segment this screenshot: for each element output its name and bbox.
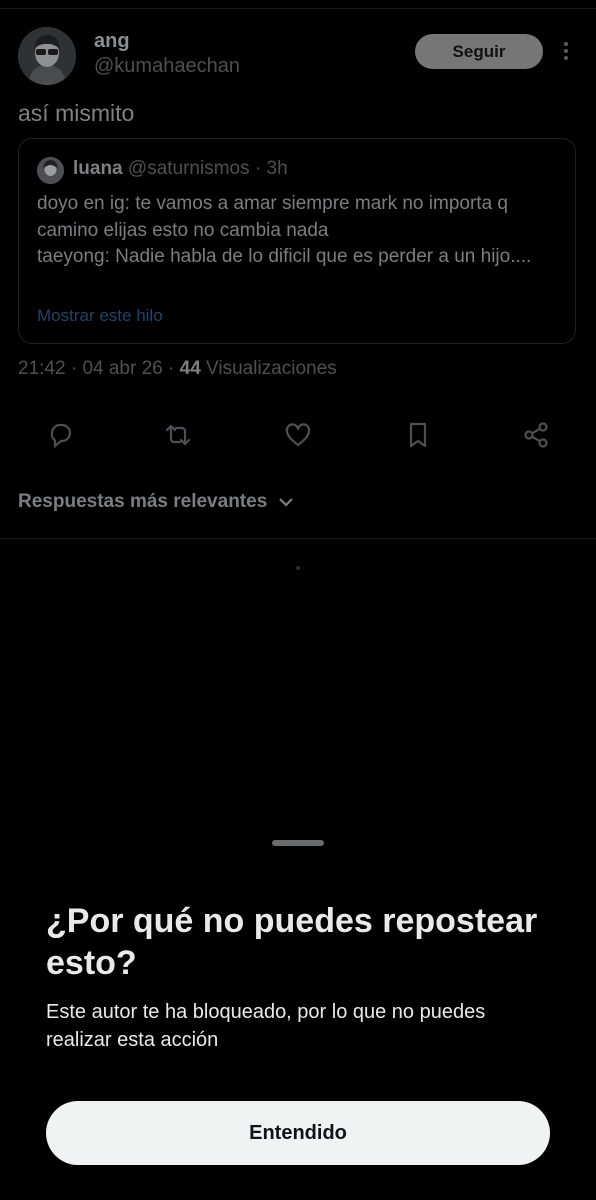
section-divider [0, 538, 596, 539]
share-icon[interactable] [519, 418, 553, 452]
quoted-author-name: luana [73, 158, 123, 179]
author-name[interactable]: ang [94, 30, 130, 53]
views-count: 44 [179, 358, 201, 379]
author-handle[interactable]: @kumahaechan [94, 55, 240, 78]
understood-button[interactable]: Entendido [46, 1101, 550, 1165]
loading-indicator [296, 566, 300, 570]
replies-sort-selector[interactable]: Respuestas más relevantes [18, 491, 295, 513]
quoted-timestamp: · 3h [254, 158, 288, 179]
views-label[interactable]: Visualizaciones [206, 358, 337, 379]
post-metadata: 21:42 · 04 abr 26 · 44 Visualizaciones [18, 358, 337, 380]
meta-separator: · [168, 358, 175, 379]
quoted-text: doyo en ig: te vamos a amar siempre mark… [37, 193, 532, 267]
post-date: 04 abr 26 [82, 358, 163, 379]
repost-blocked-sheet: ¿Por qué no puedes repostear esto? Este … [0, 820, 596, 1200]
show-thread-link[interactable]: Mostrar este hilo [37, 306, 163, 326]
post-text: así mismito [18, 100, 135, 126]
author-avatar[interactable] [18, 27, 76, 85]
sheet-drag-handle[interactable] [272, 840, 324, 846]
replies-sort-label: Respuestas más relevantes [18, 491, 268, 512]
quoted-post[interactable]: luana @saturnismos · 3h doyo en ig: te v… [18, 138, 576, 344]
follow-button[interactable]: Seguir [415, 34, 543, 69]
action-bar [0, 418, 596, 454]
chevron-down-icon [279, 498, 294, 507]
bookmark-icon[interactable] [401, 418, 435, 452]
like-icon[interactable] [281, 418, 315, 452]
post-time: 21:42 [18, 358, 66, 379]
quoted-author-handle: @saturnismos [127, 158, 250, 179]
sheet-title: ¿Por qué no puedes repostear esto? [46, 902, 538, 982]
sheet-message: Este autor te ha bloqueado, por lo que n… [46, 1001, 486, 1051]
quoted-author-avatar [37, 157, 64, 184]
quoted-header: luana @saturnismos · 3h [73, 158, 288, 180]
more-options-icon[interactable] [556, 40, 576, 62]
meta-separator: · [70, 358, 78, 379]
reply-icon[interactable] [43, 418, 77, 452]
top-divider [0, 8, 596, 9]
repost-icon[interactable] [161, 418, 195, 452]
